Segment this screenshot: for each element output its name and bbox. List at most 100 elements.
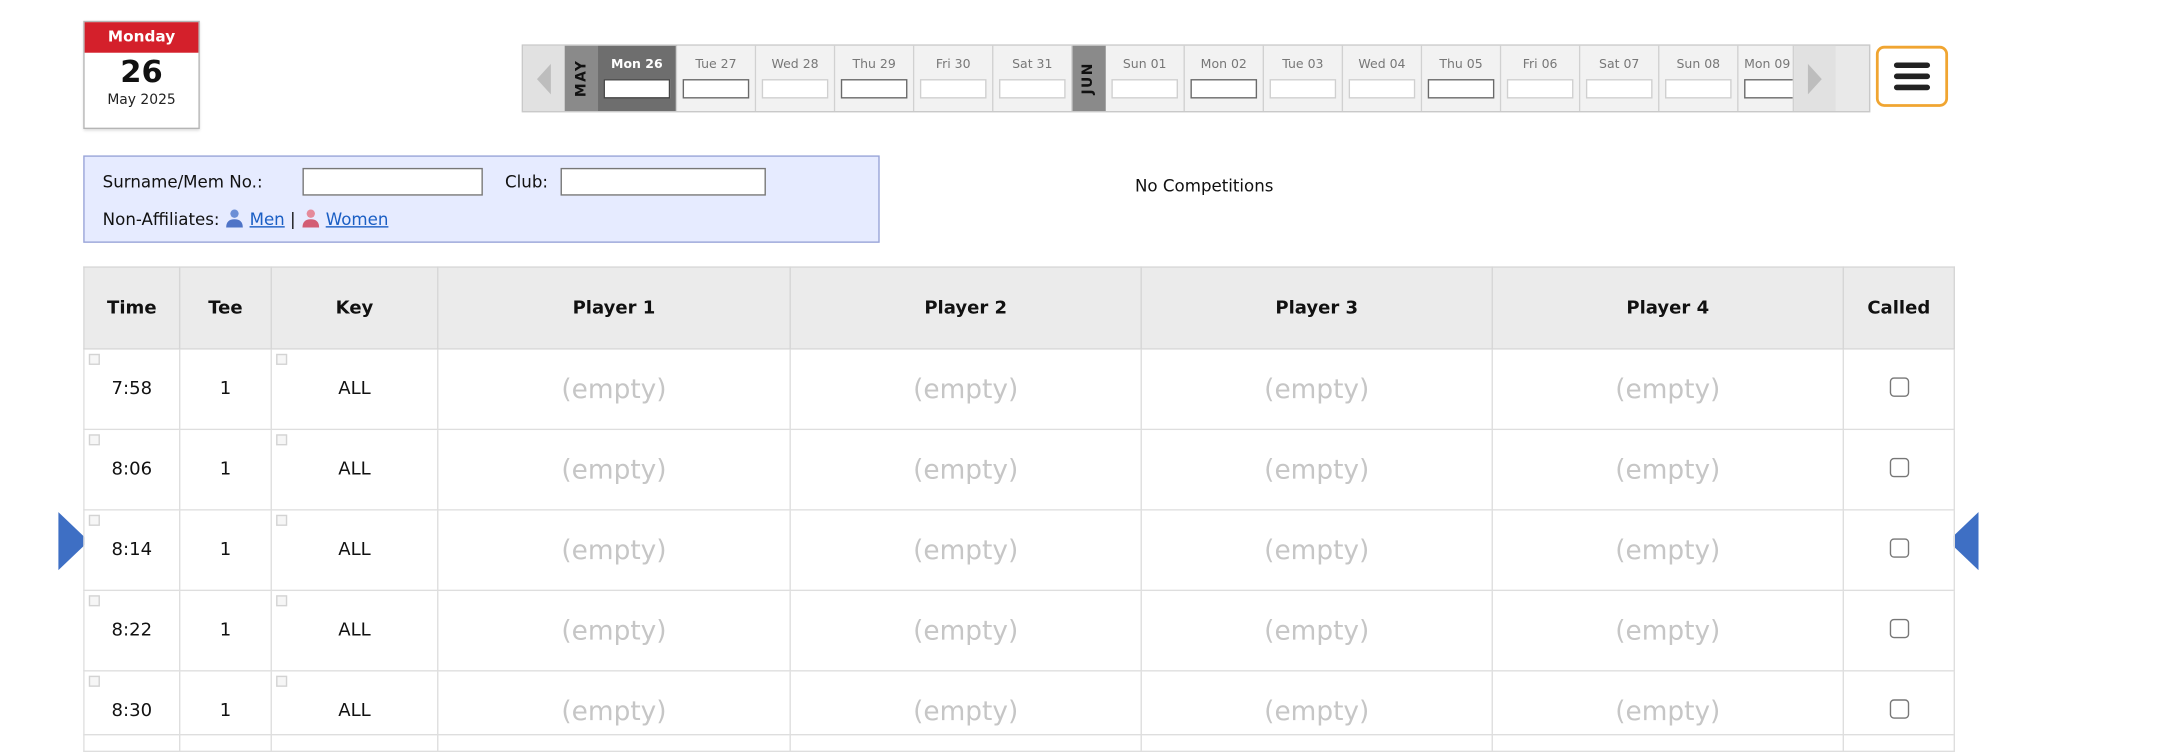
- player-slot-4[interactable]: (empty): [1491, 589, 1844, 672]
- day-cell-mon-26[interactable]: Mon 26: [598, 45, 678, 111]
- day-cell-wed-28[interactable]: Wed 28: [756, 45, 836, 111]
- day-cell-thu-29[interactable]: Thu 29: [835, 45, 915, 111]
- key-cell: ALL: [270, 348, 439, 431]
- club-input[interactable]: [560, 167, 766, 196]
- surname-input[interactable]: [302, 167, 483, 196]
- column-header-player-3: Player 3: [1140, 266, 1493, 350]
- row-edit-icon[interactable]: [88, 595, 100, 607]
- player-slot-3[interactable]: (empty): [1140, 348, 1493, 431]
- player-slot-3[interactable]: (empty): [1140, 428, 1493, 511]
- called-checkbox[interactable]: [1889, 457, 1909, 477]
- day-availability-bar: [1269, 79, 1337, 99]
- day-cell-sat-31[interactable]: Sat 31: [993, 45, 1073, 111]
- player-slot-2[interactable]: (empty): [789, 589, 1142, 672]
- menu-button[interactable]: [1875, 45, 1949, 107]
- player-slot-3[interactable]: (empty): [1140, 509, 1493, 592]
- column-header-player-4: Player 4: [1491, 266, 1844, 350]
- player-slot-1[interactable]: (empty): [437, 428, 791, 511]
- key-edit-icon[interactable]: [276, 595, 288, 607]
- day-availability-bar: [840, 79, 908, 99]
- non-affiliates-label: Non-Affiliates:: [102, 209, 220, 229]
- player-slot-4[interactable]: (empty): [1491, 509, 1844, 592]
- day-availability-bar: [1348, 79, 1416, 99]
- day-cell-mon-02[interactable]: Mon 02: [1184, 45, 1265, 111]
- day-availability-bar: [603, 79, 671, 99]
- key-edit-icon[interactable]: [276, 675, 288, 687]
- women-link[interactable]: Women: [326, 210, 389, 229]
- date-strip-prev-button[interactable]: [523, 45, 565, 111]
- time-cell: 7:58: [83, 348, 181, 431]
- row-edit-icon[interactable]: [88, 514, 100, 526]
- player-slot-4[interactable]: (empty): [1491, 348, 1844, 431]
- date-card: Monday 26 May 2025: [83, 20, 200, 130]
- month-label-jun: JUN: [1072, 45, 1106, 111]
- day-cell-wed-04[interactable]: Wed 04: [1343, 45, 1423, 111]
- column-header-time: Time: [83, 266, 181, 350]
- column-header-called: Called: [1842, 266, 1955, 350]
- time-cell: 8:14: [83, 509, 181, 592]
- day-availability-bar: [1427, 79, 1495, 99]
- female-person-icon: [302, 209, 320, 228]
- search-panel: Surname/Mem No.: Club: Non-Affiliates: M…: [83, 155, 880, 243]
- day-availability-bar: [1190, 79, 1258, 99]
- hamburger-menu-icon: [1893, 62, 1931, 91]
- day-cell-thu-05[interactable]: Thu 05: [1422, 45, 1502, 111]
- club-label: Club:: [505, 172, 549, 192]
- called-checkbox[interactable]: [1889, 537, 1909, 558]
- date-strip-next-button[interactable]: [1794, 45, 1836, 111]
- surname-label: Surname/Mem No.:: [102, 172, 263, 192]
- day-availability-bar: [919, 79, 987, 99]
- called-checkbox[interactable]: [1889, 376, 1909, 397]
- row-edit-icon[interactable]: [88, 353, 100, 365]
- player-slot-2[interactable]: (empty): [789, 348, 1142, 431]
- day-availability-bar: [1506, 79, 1574, 99]
- table-header-row: Time Tee Key Player 1 Player 2 Player 3 …: [83, 266, 1955, 350]
- day-cell-mon-09[interactable]: Mon 09: [1738, 45, 1795, 111]
- player-slot-1[interactable]: (empty): [437, 509, 791, 592]
- key-cell: ALL: [270, 509, 439, 592]
- day-cell-sun-01[interactable]: Sun 01: [1105, 45, 1185, 111]
- key-cell: ALL: [270, 589, 439, 672]
- called-checkbox[interactable]: [1889, 618, 1909, 638]
- called-checkbox[interactable]: [1889, 698, 1909, 719]
- chevron-right-icon: [1807, 63, 1822, 94]
- tee-cell: 1: [178, 509, 272, 592]
- date-weekday: Monday: [84, 22, 199, 53]
- competitions-status: No Competitions: [1134, 176, 1274, 196]
- day-availability-bar: [761, 79, 829, 99]
- tee-cell: 1: [178, 348, 272, 431]
- day-availability-bar: [682, 79, 750, 99]
- day-cell-fri-06[interactable]: Fri 06: [1501, 45, 1581, 111]
- day-cell-tue-03[interactable]: Tue 03: [1264, 45, 1344, 111]
- player-slot-2[interactable]: (empty): [789, 509, 1142, 592]
- key-edit-icon[interactable]: [276, 434, 288, 446]
- player-slot-1[interactable]: (empty): [437, 589, 791, 672]
- day-cell-tue-27[interactable]: Tue 27: [677, 45, 757, 111]
- key-edit-icon[interactable]: [276, 514, 288, 526]
- day-cell-sat-07[interactable]: Sat 07: [1580, 45, 1660, 111]
- column-header-key: Key: [270, 266, 439, 350]
- key-edit-icon[interactable]: [276, 353, 288, 365]
- player-slot-2[interactable]: (empty): [789, 428, 1142, 511]
- player-slot-1[interactable]: (empty): [437, 348, 791, 431]
- link-separator: |: [290, 209, 296, 229]
- day-availability-bar: [1744, 79, 1793, 99]
- day-cell-sun-08[interactable]: Sun 08: [1659, 45, 1739, 111]
- time-cell: 8:22: [83, 589, 181, 672]
- player-slot-4[interactable]: (empty): [1491, 428, 1844, 511]
- table-row-partial: [83, 733, 1954, 744]
- non-affiliates-row: Non-Affiliates: Men | Women: [102, 208, 389, 229]
- row-edit-icon[interactable]: [88, 675, 100, 687]
- day-availability-bar: [1665, 79, 1732, 99]
- called-cell: [1842, 589, 1955, 672]
- table-row: 7:58 1 ALL (empty) (empty) (empty) (empt…: [83, 348, 1955, 431]
- column-header-tee: Tee: [178, 266, 272, 350]
- day-cell-fri-30[interactable]: Fri 30: [914, 45, 994, 111]
- date-strip: MAY Mon 26 Tue 27 Wed 28 Thu 29 Fri 30 S…: [521, 44, 1871, 113]
- tee-cell: 1: [178, 428, 272, 511]
- called-cell: [1842, 509, 1955, 592]
- row-edit-icon[interactable]: [88, 434, 100, 446]
- player-slot-3[interactable]: (empty): [1140, 589, 1493, 672]
- month-label-may: MAY: [564, 45, 599, 111]
- men-link[interactable]: Men: [250, 210, 285, 229]
